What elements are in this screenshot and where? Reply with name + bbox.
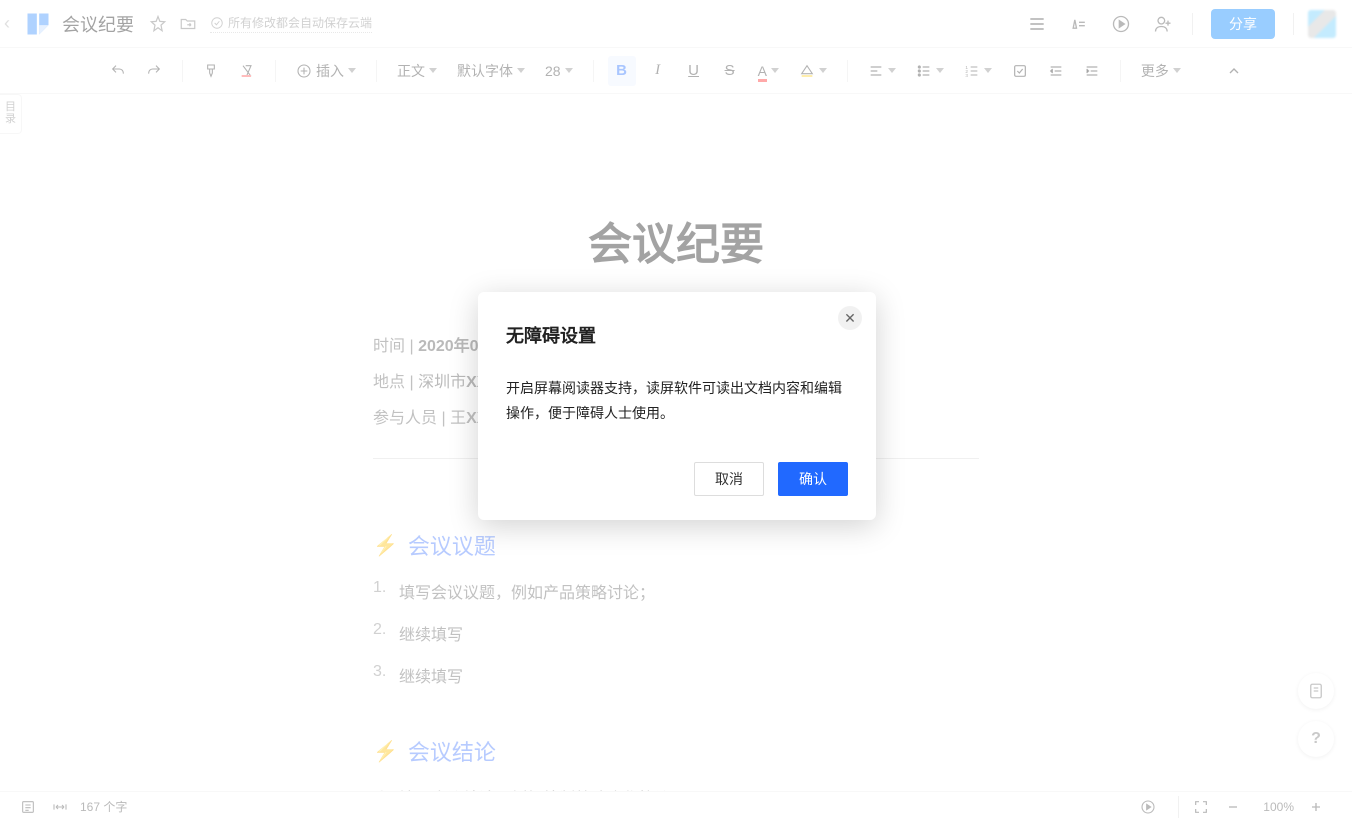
modal-body: 开启屏幕阅读器支持，读屏软件可读出文档内容和编辑操作，便于障碍人士使用。 (506, 376, 848, 426)
bolt-icon: ⚡ (373, 739, 398, 764)
zoom-controls: 100% (1221, 795, 1336, 819)
section-head-topics[interactable]: ⚡ 会议议题 (373, 529, 979, 561)
list-item[interactable]: 继续填写 (373, 621, 979, 645)
zoom-level: 100% (1263, 800, 1294, 814)
redo-button[interactable] (140, 56, 168, 86)
help-button[interactable]: ? (1298, 721, 1334, 757)
indent-button[interactable] (1078, 56, 1106, 86)
zoom-out-button[interactable] (1221, 795, 1245, 819)
outline-view-icon[interactable] (16, 795, 40, 819)
insert-dropdown[interactable]: 插入 (290, 56, 362, 86)
close-icon[interactable]: ✕ (838, 306, 862, 330)
bold-button[interactable]: B (608, 56, 636, 86)
word-count: 167 个字 (80, 798, 127, 815)
avatar[interactable] (1308, 10, 1336, 38)
paragraph-style-dropdown[interactable]: 正文 (391, 56, 443, 86)
list-item[interactable]: 填写会议议题，例如产品策略讨论； (373, 579, 979, 603)
section-head-conclusion[interactable]: ⚡ 会议结论 (373, 735, 979, 767)
bullet-list-dropdown[interactable] (910, 56, 950, 86)
underline-button[interactable]: U (680, 56, 708, 86)
topics-list[interactable]: 填写会议议题，例如产品策略讨论； 继续填写 继续填写 (373, 579, 979, 687)
back-caret-icon[interactable]: ‹ (0, 13, 14, 34)
floating-note-button[interactable] (1298, 673, 1334, 709)
menu-icon[interactable] (1020, 7, 1054, 41)
share-button[interactable]: 分享 (1211, 9, 1275, 39)
app-header: ‹ 会议纪要 所有修改都会自动保存云端 分享 (0, 0, 1352, 48)
fullscreen-icon[interactable] (1189, 795, 1213, 819)
autosave-text: 所有修改都会自动保存云端 (228, 14, 372, 31)
typography-icon[interactable] (1062, 7, 1096, 41)
strikethrough-button[interactable]: S (716, 56, 744, 86)
star-icon[interactable] (146, 12, 170, 36)
status-bar: 167 个字 100% (0, 791, 1352, 821)
app-logo-icon[interactable] (24, 10, 52, 38)
format-paint-icon[interactable] (197, 56, 225, 86)
folder-move-icon[interactable] (176, 12, 200, 36)
page-title[interactable]: 会议纪要 (373, 208, 979, 272)
undo-button[interactable] (104, 56, 132, 86)
text-color-dropdown[interactable]: A (752, 56, 785, 86)
accessibility-modal: ✕ 无障碍设置 开启屏幕阅读器支持，读屏软件可读出文档内容和编辑操作，便于障碍人… (478, 292, 876, 520)
page-width-icon[interactable] (48, 795, 72, 819)
autosave-status: 所有修改都会自动保存云端 (210, 14, 372, 33)
confirm-button[interactable]: 确认 (778, 462, 848, 496)
checklist-button[interactable] (1006, 56, 1034, 86)
modal-actions: 取消 确认 (506, 462, 848, 496)
font-size-dropdown[interactable]: 28 (539, 56, 579, 86)
formatting-toolbar: 插入 正文 默认字体 28 B I U S A 123 更多 (0, 48, 1352, 94)
modal-title: 无障碍设置 (506, 322, 848, 348)
present-icon[interactable] (1136, 795, 1160, 819)
document-title[interactable]: 会议纪要 (62, 11, 134, 37)
zoom-in-button[interactable] (1304, 795, 1328, 819)
bolt-icon: ⚡ (373, 533, 398, 558)
add-user-icon[interactable] (1146, 7, 1180, 41)
italic-button[interactable]: I (644, 56, 672, 86)
svg-text:3: 3 (965, 73, 968, 78)
more-dropdown[interactable]: 更多 (1135, 56, 1187, 86)
highlight-color-dropdown[interactable] (793, 56, 833, 86)
font-family-dropdown[interactable]: 默认字体 (451, 56, 531, 86)
align-dropdown[interactable] (862, 56, 902, 86)
number-list-dropdown[interactable]: 123 (958, 56, 998, 86)
clear-format-icon[interactable] (233, 56, 261, 86)
list-item[interactable]: 继续填写 (373, 663, 979, 687)
cancel-button[interactable]: 取消 (694, 462, 764, 496)
play-circle-icon[interactable] (1104, 7, 1138, 41)
collapse-toolbar-icon[interactable] (1220, 56, 1248, 86)
outdent-button[interactable] (1042, 56, 1070, 86)
